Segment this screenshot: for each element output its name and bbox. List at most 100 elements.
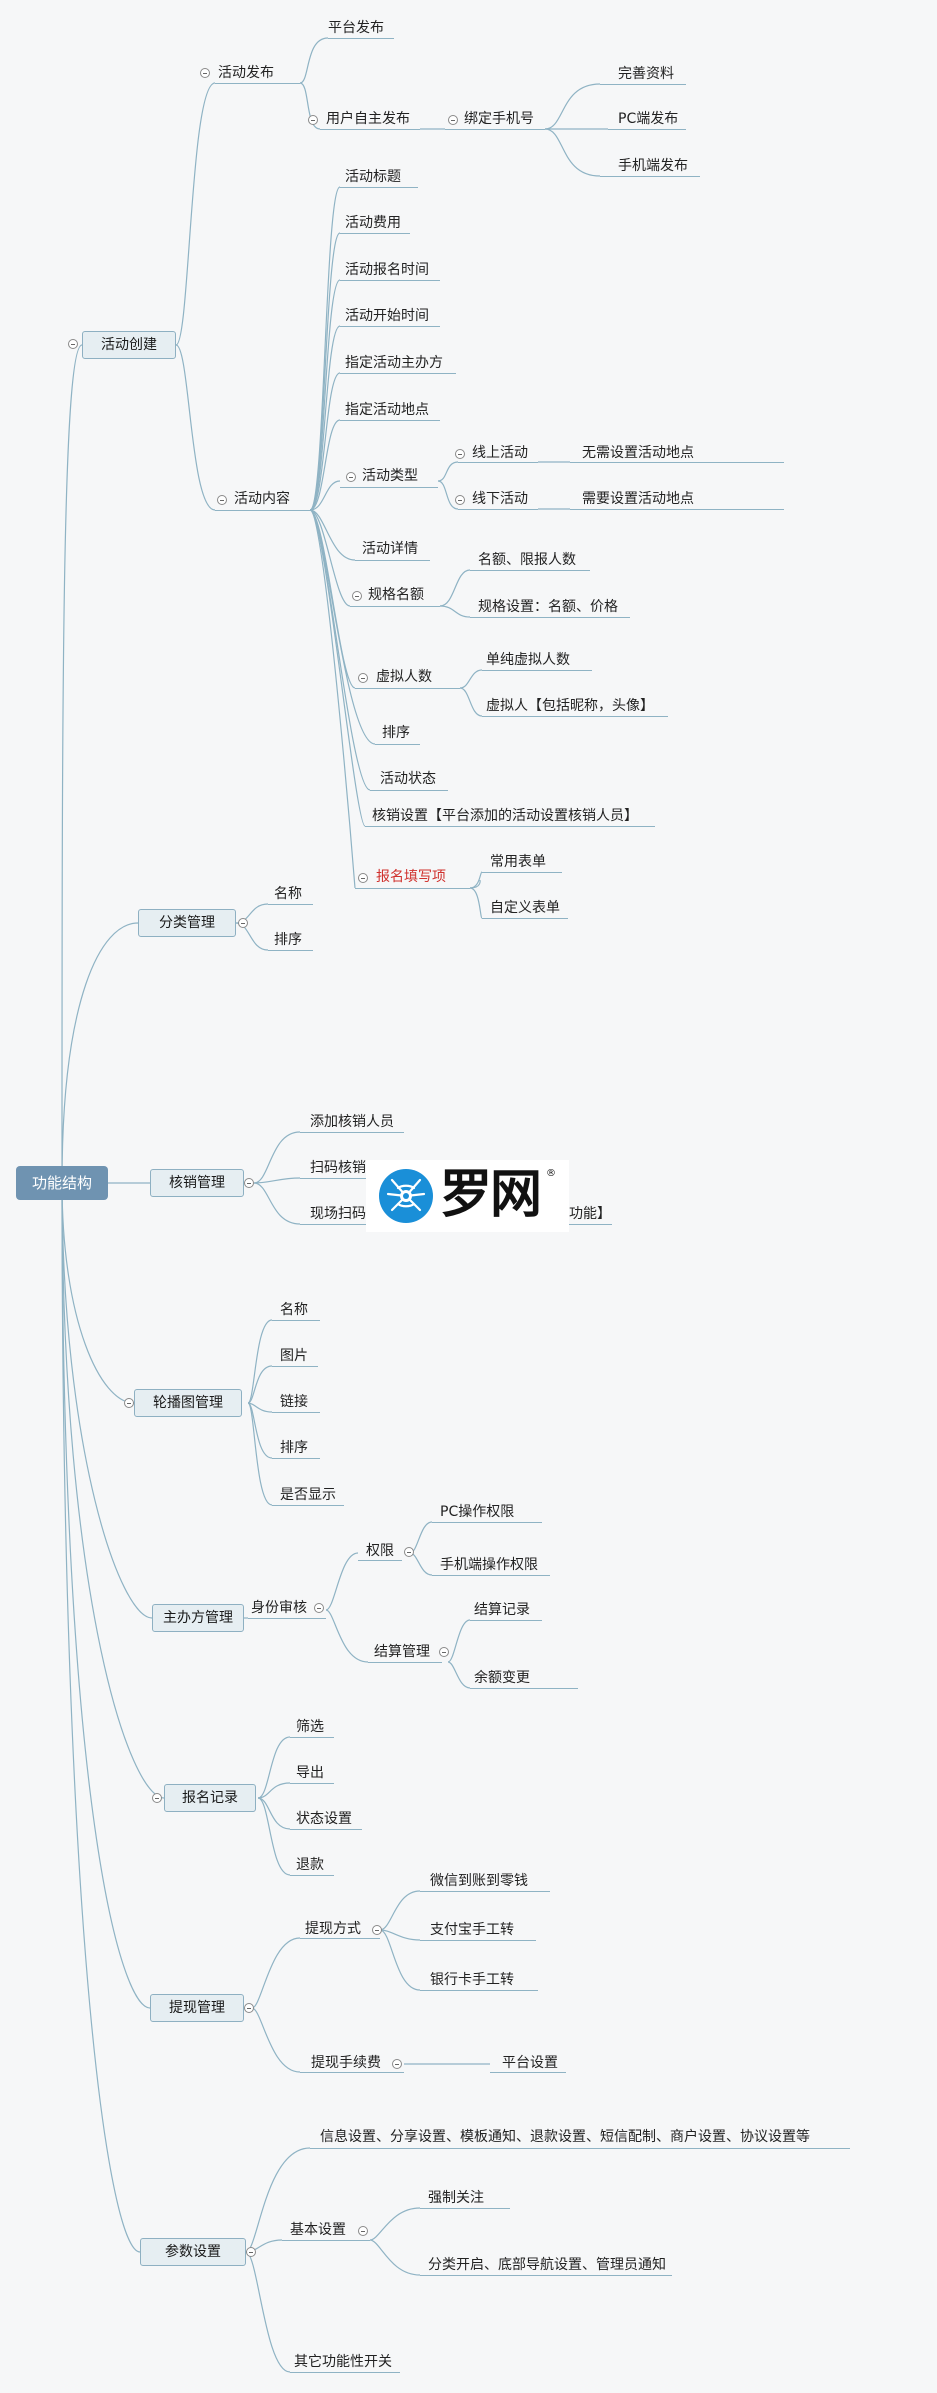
collapse-toggle-params[interactable] bbox=[246, 2247, 256, 2257]
node-online-note[interactable]: 无需设置活动地点 bbox=[582, 444, 694, 462]
node-carousel-image[interactable]: 图片 bbox=[280, 1347, 308, 1365]
node-quota-limit[interactable]: 名额、限报人数 bbox=[478, 551, 576, 569]
node-sort[interactable]: 排序 bbox=[382, 724, 410, 742]
node-bind-phone[interactable]: 绑定手机号 bbox=[464, 110, 534, 128]
watermark-text: 罗网 bbox=[440, 1165, 542, 1225]
node-alipay[interactable]: 支付宝手工转 bbox=[430, 1921, 514, 1939]
node-writeoff-setting[interactable]: 核销设置【平台添加的活动设置核销人员】 bbox=[372, 807, 638, 825]
node-signup-time[interactable]: 活动报名时间 bbox=[345, 261, 429, 279]
node-signup-records[interactable]: 报名记录 bbox=[164, 1784, 256, 1812]
node-organizer[interactable]: 主办方管理 bbox=[152, 1604, 244, 1632]
node-details[interactable]: 活动详情 bbox=[362, 540, 418, 558]
node-carousel-name[interactable]: 名称 bbox=[280, 1301, 308, 1319]
node-common-form[interactable]: 常用表单 bbox=[490, 853, 546, 871]
node-user-publish[interactable]: 用户自主发布 bbox=[326, 110, 410, 128]
collapse-toggle-carousel[interactable] bbox=[124, 1398, 134, 1408]
node-fee[interactable]: 活动费用 bbox=[345, 214, 401, 232]
node-carousel-visible[interactable]: 是否显示 bbox=[280, 1486, 336, 1504]
collapse-toggle-virtual-count[interactable] bbox=[358, 673, 368, 683]
collapse-toggle-activity-create[interactable] bbox=[68, 339, 78, 349]
node-offline-note[interactable]: 需要设置活动地点 bbox=[582, 490, 694, 508]
node-onsite-scan[interactable]: 现场扫码 bbox=[310, 1205, 366, 1223]
node-scan-writeoff[interactable]: 扫码核销 bbox=[310, 1159, 366, 1177]
collapse-toggle-user-publish[interactable] bbox=[308, 115, 318, 125]
node-permissions[interactable]: 权限 bbox=[366, 1542, 394, 1560]
node-complete-info[interactable]: 完善资料 bbox=[618, 65, 674, 83]
node-settle-records[interactable]: 结算记录 bbox=[474, 1601, 530, 1619]
node-bankcard[interactable]: 银行卡手工转 bbox=[430, 1971, 514, 1989]
node-publish[interactable]: 活动发布 bbox=[218, 64, 274, 82]
node-wechat[interactable]: 微信到账到零钱 bbox=[430, 1872, 528, 1890]
node-online[interactable]: 线上活动 bbox=[472, 444, 528, 462]
collapse-toggle-publish[interactable] bbox=[200, 68, 210, 78]
collapse-toggle-withdraw[interactable] bbox=[244, 2003, 254, 2013]
collapse-toggle-withdraw-method[interactable] bbox=[372, 1925, 382, 1935]
node-withdraw-fee[interactable]: 提现手续费 bbox=[311, 2054, 381, 2072]
node-settlement[interactable]: 结算管理 bbox=[374, 1643, 430, 1661]
node-host[interactable]: 指定活动主办方 bbox=[345, 354, 443, 372]
node-custom-form[interactable]: 自定义表单 bbox=[490, 899, 560, 917]
node-pc-perm[interactable]: PC操作权限 bbox=[440, 1503, 514, 1521]
node-filter[interactable]: 筛选 bbox=[296, 1718, 324, 1736]
root-node[interactable]: 功能结构 bbox=[16, 1166, 108, 1200]
node-type[interactable]: 活动类型 bbox=[362, 467, 418, 485]
collapse-toggle-type[interactable] bbox=[346, 472, 356, 482]
collapse-toggle-offline[interactable] bbox=[455, 495, 465, 505]
node-status-setting[interactable]: 状态设置 bbox=[296, 1810, 352, 1828]
node-status[interactable]: 活动状态 bbox=[380, 770, 436, 788]
node-identity-review[interactable]: 身份审核 bbox=[251, 1599, 307, 1617]
node-location[interactable]: 指定活动地点 bbox=[345, 401, 429, 419]
collapse-toggle-writeoff[interactable] bbox=[244, 1178, 254, 1188]
node-platform-publish[interactable]: 平台发布 bbox=[328, 19, 384, 37]
collapse-toggle-spec-quota[interactable] bbox=[352, 591, 362, 601]
node-refund[interactable]: 退款 bbox=[296, 1856, 324, 1874]
collapse-toggle-bind-phone[interactable] bbox=[448, 115, 458, 125]
node-platform-setting[interactable]: 平台设置 bbox=[502, 2054, 558, 2072]
collapse-toggle-content[interactable] bbox=[217, 495, 227, 505]
node-pure-virtual[interactable]: 单纯虚拟人数 bbox=[486, 651, 570, 669]
node-offline[interactable]: 线下活动 bbox=[472, 490, 528, 508]
node-activity-create[interactable]: 活动创建 bbox=[82, 331, 176, 359]
node-params[interactable]: 参数设置 bbox=[140, 2238, 246, 2266]
node-mobile-perm[interactable]: 手机端操作权限 bbox=[440, 1556, 538, 1574]
node-category[interactable]: 分类管理 bbox=[138, 909, 236, 937]
node-spec-setting[interactable]: 规格设置：名额、价格 bbox=[478, 598, 618, 616]
collapse-toggle-basic-settings[interactable] bbox=[358, 2226, 368, 2236]
node-info-settings[interactable]: 信息设置、分享设置、模板通知、退款设置、短信配制、商户设置、协议设置等 bbox=[320, 2128, 810, 2146]
collapse-toggle-withdraw-fee[interactable] bbox=[392, 2059, 402, 2069]
node-other-switches[interactable]: 其它功能性开关 bbox=[294, 2353, 392, 2371]
node-export[interactable]: 导出 bbox=[296, 1764, 324, 1782]
node-withdraw-method[interactable]: 提现方式 bbox=[305, 1920, 361, 1938]
collapse-toggle-category[interactable] bbox=[238, 918, 248, 928]
node-title[interactable]: 活动标题 bbox=[345, 168, 401, 186]
collapse-toggle-online[interactable] bbox=[455, 449, 465, 459]
collapse-toggle-records[interactable] bbox=[152, 1793, 162, 1803]
node-category-sort[interactable]: 排序 bbox=[274, 931, 302, 949]
node-form-items[interactable]: 报名填写项 bbox=[376, 868, 446, 886]
node-content[interactable]: 活动内容 bbox=[234, 490, 290, 508]
collapse-toggle-identity-review[interactable] bbox=[314, 1603, 324, 1613]
node-start-time[interactable]: 活动开始时间 bbox=[345, 307, 429, 325]
node-balance-change[interactable]: 余额变更 bbox=[474, 1669, 530, 1687]
node-force-follow[interactable]: 强制关注 bbox=[428, 2189, 484, 2207]
node-basic-settings[interactable]: 基本设置 bbox=[290, 2221, 346, 2239]
node-onsite-tail[interactable]: 功能】 bbox=[569, 1205, 611, 1223]
node-add-staff[interactable]: 添加核销人员 bbox=[310, 1113, 394, 1131]
node-virtual-count[interactable]: 虚拟人数 bbox=[376, 668, 432, 686]
node-carousel-sort[interactable]: 排序 bbox=[280, 1439, 308, 1457]
collapse-toggle-form-items[interactable] bbox=[358, 873, 368, 883]
node-mobile-publish[interactable]: 手机端发布 bbox=[618, 157, 688, 175]
node-spec-quota[interactable]: 规格名额 bbox=[368, 586, 424, 604]
link-root-category bbox=[61, 922, 139, 1184]
collapse-toggle-permissions[interactable] bbox=[404, 1547, 414, 1557]
node-category-name[interactable]: 名称 bbox=[274, 885, 302, 903]
node-carousel-link[interactable]: 链接 bbox=[280, 1393, 308, 1411]
node-virtual-person[interactable]: 虚拟人【包括昵称，头像】 bbox=[486, 697, 654, 715]
watermark-logo: 罗网 ® bbox=[366, 1160, 569, 1232]
node-writeoff[interactable]: 核销管理 bbox=[150, 1169, 244, 1197]
collapse-toggle-settlement[interactable] bbox=[439, 1647, 449, 1657]
node-misc-settings[interactable]: 分类开启、底部导航设置、管理员通知 bbox=[428, 2256, 666, 2274]
node-withdraw[interactable]: 提现管理 bbox=[150, 1994, 244, 2022]
node-pc-publish[interactable]: PC端发布 bbox=[618, 110, 678, 128]
node-carousel[interactable]: 轮播图管理 bbox=[134, 1389, 242, 1417]
